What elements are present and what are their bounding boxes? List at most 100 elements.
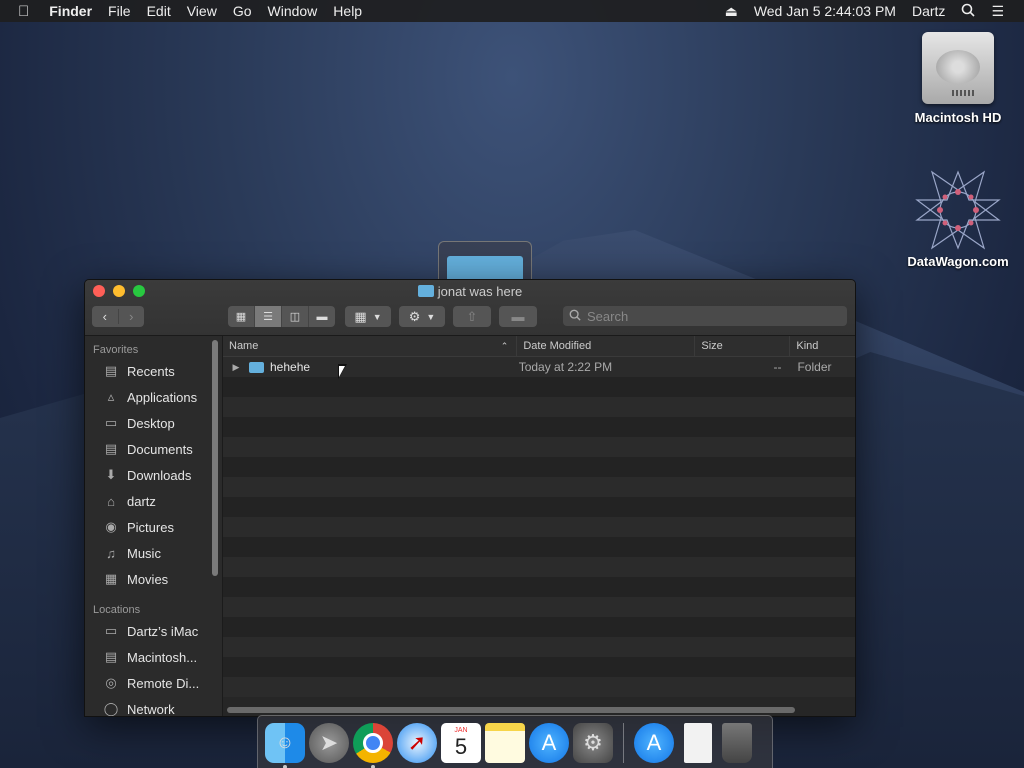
- remote-disc-icon: ◎: [105, 675, 117, 690]
- menu-file[interactable]: File: [100, 3, 139, 19]
- column-header-kind[interactable]: Kind: [790, 336, 855, 356]
- dock-rocket-icon[interactable]: ➤: [309, 722, 349, 763]
- dock-app-store-icon[interactable]: A: [529, 722, 569, 763]
- sidebar-item-documents[interactable]: ▤ Documents: [85, 436, 222, 462]
- sidebar-item-dartz[interactable]: ⌂ dartz: [85, 488, 222, 514]
- menu-window[interactable]: Window: [260, 3, 326, 19]
- disclosure-triangle-icon[interactable]: ▶: [229, 362, 243, 373]
- empty-row: [223, 477, 855, 497]
- empty-row: [223, 517, 855, 537]
- column-header-date[interactable]: Date Modified: [517, 336, 696, 356]
- folder-icon: [249, 361, 264, 373]
- back-forward-buttons: ‹ ›: [92, 306, 144, 327]
- dock-notes-icon[interactable]: [485, 722, 525, 763]
- menu-user[interactable]: Dartz: [904, 3, 953, 19]
- empty-row: [223, 557, 855, 577]
- column-header-size[interactable]: Size: [695, 336, 791, 356]
- share-button[interactable]: ⇧: [453, 306, 491, 327]
- dock-applications-folder-icon[interactable]: A: [634, 722, 674, 763]
- sidebar-item-movies[interactable]: ▦ Movies: [85, 566, 222, 592]
- column-view-button[interactable]: ◫: [282, 306, 309, 327]
- sidebar-item-pictures[interactable]: ◉ Pictures: [85, 514, 222, 540]
- notification-center-icon[interactable]: ☰: [983, 3, 1012, 20]
- icon-view-button[interactable]: ▦: [228, 306, 255, 327]
- table-row[interactable]: ▶ hehehe Today at 2:22 PM -- Folder: [223, 357, 855, 377]
- chevron-down-icon: ▼: [372, 311, 382, 322]
- sidebar: Favorites ▤ Recents ▵ Applications ▭ Deskto…: [85, 336, 223, 716]
- sidebar-item-downloads[interactable]: ⬇ Downloads: [85, 462, 222, 488]
- action-button[interactable]: ⚙ ▼: [399, 306, 445, 327]
- dock-calendar-icon[interactable]: JAN 5: [441, 722, 481, 763]
- rows: ▶ hehehe Today at 2:22 PM -- Folder: [223, 357, 855, 697]
- empty-row: [223, 497, 855, 517]
- sidebar-header-favorites: Favorites: [93, 344, 139, 356]
- menu-go[interactable]: Go: [225, 3, 260, 19]
- dock-separator: [623, 722, 624, 763]
- menu-bar:  Finder File Edit View Go Window Help ⏏…: [0, 0, 1024, 22]
- computer-icon: ▭: [104, 623, 118, 638]
- finder-window: jonat was here ‹ › ▦ ☰ ◫ ▬ ▦ ▼ ⚙ ▼ ⇧ ▬ Sea…: [84, 279, 856, 717]
- share-icon: ⇧: [466, 308, 478, 324]
- column-header-name[interactable]: Name ⌃: [223, 336, 518, 356]
- camera-icon: ◉: [105, 519, 117, 534]
- file-list: Name ⌃ Date Modified Size Kind ▶ hehehe To…: [223, 336, 855, 716]
- menu-app-name[interactable]: Finder: [41, 3, 100, 19]
- home-icon: ⌂: [107, 493, 115, 509]
- sidebar-item-recents[interactable]: ▤ Recents: [85, 358, 222, 384]
- tags-button[interactable]: ▬: [499, 306, 537, 327]
- apple-menu-icon[interactable]: : [0, 3, 41, 20]
- sort-chevron-up-icon: ⌃: [500, 340, 509, 351]
- empty-row: [223, 617, 855, 637]
- empty-row: [223, 437, 855, 457]
- search-field[interactable]: Search: [563, 306, 847, 326]
- sidebar-item-imac[interactable]: ▭ Dartz’s iMac: [85, 618, 222, 644]
- empty-row: [223, 377, 855, 397]
- empty-row: [223, 457, 855, 477]
- dock: ☺ ➤ ➚ JAN 5 A ⚙ A: [257, 715, 773, 768]
- sidebar-item-macintosh-hd[interactable]: ▤ Macintosh...: [85, 644, 222, 670]
- dock-blank-document-icon[interactable]: [684, 722, 712, 763]
- menu-edit[interactable]: Edit: [139, 3, 179, 19]
- menu-view[interactable]: View: [179, 3, 225, 19]
- empty-row: [223, 417, 855, 437]
- file-date: Today at 2:22 PM: [518, 360, 613, 374]
- menu-help[interactable]: Help: [325, 3, 370, 19]
- desktop-icon-datawagon[interactable]: DataWagon.com: [903, 170, 1013, 269]
- dragged-folder-ghost: [438, 241, 532, 282]
- sidebar-item-applications[interactable]: ▵ Applications: [85, 384, 222, 410]
- desktop-icon-macintosh-hd[interactable]: Macintosh HD: [903, 32, 1013, 125]
- dock-chrome-icon[interactable]: [353, 722, 393, 768]
- spotlight-search-icon[interactable]: [953, 3, 983, 20]
- dock-gear-icon[interactable]: ⚙: [573, 722, 613, 763]
- sidebar-scrollbar[interactable]: [212, 340, 218, 576]
- sidebar-item-music[interactable]: ♫ Music: [85, 540, 222, 566]
- gallery-view-button[interactable]: ▬: [309, 306, 335, 327]
- window-toolbar: jonat was here ‹ › ▦ ☰ ◫ ▬ ▦ ▼ ⚙ ▼ ⇧ ▬ Sea…: [85, 280, 855, 336]
- list-view-button[interactable]: ☰: [255, 306, 282, 327]
- dock-finder-icon[interactable]: ☺: [265, 722, 305, 768]
- file-name: hehehe: [270, 360, 311, 374]
- forward-button[interactable]: ›: [119, 309, 145, 324]
- eject-icon[interactable]: ⏏: [717, 3, 746, 20]
- dock-trash-icon[interactable]: [722, 722, 752, 763]
- sidebar-item-network[interactable]: ◯ Network: [85, 696, 222, 716]
- document-icon: ▤: [104, 441, 118, 456]
- empty-row: [223, 657, 855, 677]
- back-button[interactable]: ‹: [92, 309, 119, 324]
- file-kind: Folder: [797, 360, 832, 374]
- sidebar-item-remote-disc[interactable]: ◎ Remote Di...: [85, 670, 222, 696]
- applications-icon: ▵: [107, 389, 115, 404]
- search-icon: [569, 309, 581, 324]
- chevron-down-icon: ▼: [426, 311, 436, 322]
- group-by-button[interactable]: ▦ ▼: [345, 306, 391, 327]
- empty-row: [223, 597, 855, 617]
- sidebar-item-desktop[interactable]: ▭ Desktop: [85, 410, 222, 436]
- window-title: jonat was here: [85, 284, 855, 299]
- horizontal-scrollbar[interactable]: [227, 707, 795, 713]
- music-note-icon: ♫: [106, 545, 116, 561]
- dock-compass-icon[interactable]: ➚: [397, 722, 437, 763]
- sidebar-header-locations: Locations: [93, 604, 141, 616]
- menu-clock[interactable]: Wed Jan 5 2:44:03 PM: [746, 3, 904, 19]
- desktop-icon-label: Macintosh HD: [914, 110, 1002, 125]
- clock-icon: ▤: [104, 363, 118, 378]
